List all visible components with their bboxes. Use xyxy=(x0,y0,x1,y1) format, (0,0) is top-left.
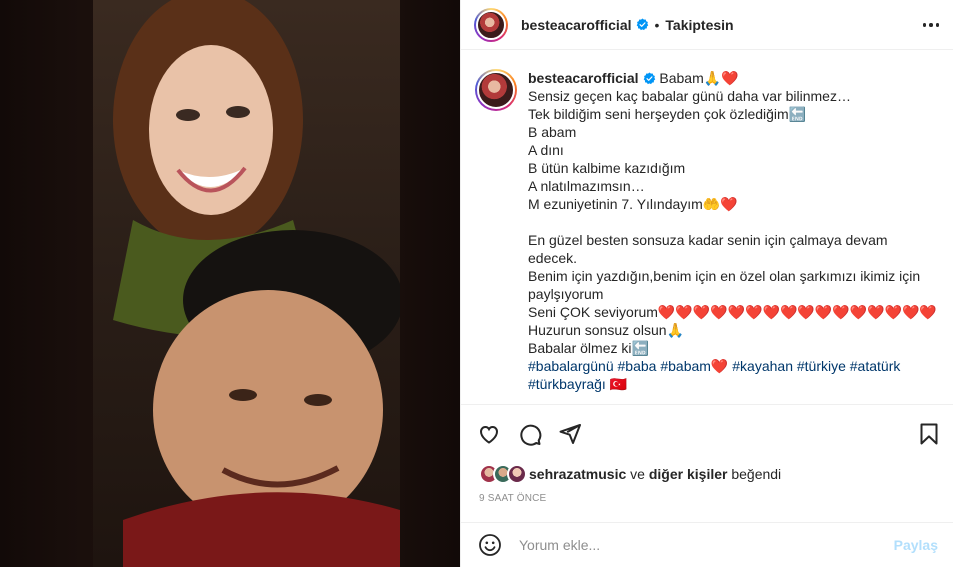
caption-line: A dını xyxy=(528,142,564,158)
caption-line: Babam🙏❤️ xyxy=(659,70,739,86)
liker-avatars[interactable] xyxy=(479,464,527,484)
likes-connector: ve xyxy=(626,466,649,482)
caption-username[interactable]: besteacarofficial xyxy=(528,70,639,86)
liker-username[interactable]: sehrazatmusic xyxy=(529,466,626,482)
post-timestamp[interactable]: 9 SAAT ÖNCE xyxy=(479,493,546,504)
caption-line: B ütün kalbime kazıdığım xyxy=(528,160,686,176)
verified-badge-icon xyxy=(643,72,655,85)
caption-line: En güzel besten sonsuza kadar senin için… xyxy=(528,232,892,266)
caption-line: Babalar ölmez ki🔚 xyxy=(528,340,649,356)
post-actions xyxy=(461,404,953,462)
likes-others-link[interactable]: diğer kişiler xyxy=(649,466,728,482)
following-button[interactable]: Takiptesin xyxy=(665,17,733,33)
heart-icon[interactable] xyxy=(476,421,502,447)
caption-line: Sensiz geçen kaç babalar günü daha var b… xyxy=(528,88,851,104)
smiley-icon[interactable] xyxy=(477,532,503,558)
caption-author-avatar[interactable] xyxy=(475,69,517,111)
hashtag-links-overflow[interactable]: #türkbayrağı 🇹🇷 xyxy=(528,376,627,392)
author-avatar[interactable] xyxy=(474,7,508,42)
caption-line: Tek bildiğim seni herşeyden çok özlediği… xyxy=(528,106,807,122)
likes-suffix: beğendi xyxy=(727,466,782,482)
author-username[interactable]: besteacarofficial xyxy=(521,17,632,33)
caption-line: A nlatılmazımsın… xyxy=(528,178,645,194)
comment-input[interactable] xyxy=(519,537,894,553)
likes-summary: sehrazatmusic ve diğer kişiler beğendi xyxy=(479,462,781,486)
caption-line: B abam xyxy=(528,124,577,140)
caption-line: Benim için yazdığın,benim için en özel o… xyxy=(528,268,925,302)
post-media[interactable] xyxy=(0,0,460,567)
post-photo xyxy=(93,0,400,567)
paper-plane-icon[interactable] xyxy=(557,421,583,447)
comment-bubble-icon[interactable] xyxy=(517,421,543,447)
hashtag-links[interactable]: #babalargünü #baba #babam❤️ #kayahan #tü… xyxy=(528,358,900,374)
caption-area: besteacarofficial Babam🙏❤️ Sensiz geçen … xyxy=(461,51,953,403)
post-side-panel: besteacarofficial • Takiptesin besteacar… xyxy=(460,0,953,567)
caption-line: Huzurun sonsuz olsun🙏 xyxy=(528,322,684,338)
post-comment-button[interactable]: Paylaş xyxy=(894,537,938,553)
header-separator: • xyxy=(654,16,660,33)
more-options-icon[interactable] xyxy=(920,14,942,36)
caption-line: M ezuniyetinin 7. Yılındayım🤲❤️ xyxy=(528,196,738,212)
bookmark-icon[interactable] xyxy=(916,421,942,447)
comment-bar: Paylaş xyxy=(461,522,953,567)
caption-line: Seni ÇOK seviyorum❤️❤️❤️❤️❤️❤️❤️❤️❤️❤️❤️… xyxy=(528,304,937,320)
post-header: besteacarofficial • Takiptesin xyxy=(461,0,953,50)
caption-text: besteacarofficial Babam🙏❤️ Sensiz geçen … xyxy=(528,69,938,393)
verified-badge-icon xyxy=(636,18,648,31)
